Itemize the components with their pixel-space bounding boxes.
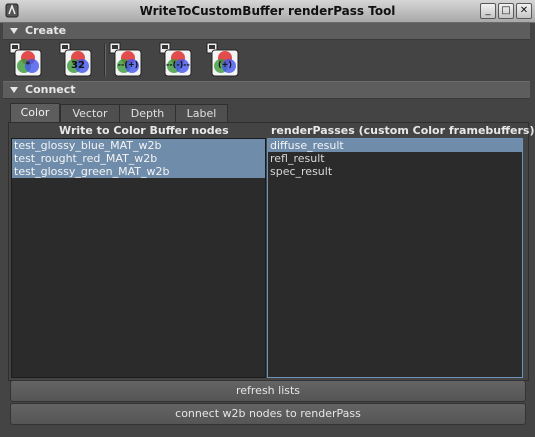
w2b-nodes-list[interactable]: test_glossy_blue_MAT_w2b test_rought_red_… (11, 138, 266, 378)
toolbar-button-label: 32 (71, 60, 85, 71)
refresh-lists-button[interactable]: refresh lists (10, 380, 526, 402)
connect-frame-label: Connect (25, 83, 76, 96)
toolbar-button-label: (+) (218, 60, 232, 69)
add-alt-node-button[interactable]: (+) (206, 42, 240, 78)
create-frame-label: Create (25, 24, 67, 37)
render-pass-list-item[interactable]: spec_result (268, 165, 522, 178)
rgb-add-alt-icon: (+) (206, 42, 239, 77)
left-list-header: Write to Color Buffer nodes (59, 124, 229, 137)
tab-color[interactable]: Color (10, 103, 60, 123)
minimize-button[interactable]: _ (480, 3, 496, 19)
w2b-node-list-item[interactable]: test_glossy_blue_MAT_w2b (12, 139, 265, 152)
add-node-button[interactable]: --(+) (109, 42, 143, 78)
create-toolbar: * 32 --(+) --(-)-- (+) (3, 40, 530, 80)
rgb-subtract-icon: --(-)-- (159, 42, 192, 77)
rgb-write-32bit-icon: 32 (59, 42, 92, 77)
collapse-triangle-icon (10, 87, 18, 93)
tab-label[interactable]: Label (175, 104, 228, 122)
tab-depth[interactable]: Depth (119, 104, 176, 122)
toolbar-button-label: --(+) (118, 60, 139, 69)
maximize-button[interactable]: □ (498, 3, 514, 19)
toolbar-separator (104, 44, 106, 76)
rgb-add-icon: --(+) (109, 42, 142, 77)
write-32bit-node-button[interactable]: 32 (59, 42, 93, 78)
render-pass-list-item[interactable]: diffuse_result (268, 139, 522, 152)
toolbar-button-label: --(-)-- (166, 60, 190, 69)
connect-button[interactable]: connect w2b nodes to renderPass (10, 403, 526, 425)
w2b-node-list-item[interactable]: test_rought_red_MAT_w2b (12, 152, 265, 165)
right-list-header: renderPasses (custom Color framebuffers) (271, 124, 535, 137)
write-color-node-button[interactable]: * (9, 42, 43, 78)
create-frame-header[interactable]: Create (3, 22, 530, 40)
w2b-node-list-item[interactable]: test_glossy_green_MAT_w2b (12, 165, 265, 178)
close-button[interactable]: ✕ (516, 3, 532, 19)
window-title: WriteToCustomBuffer renderPass Tool (139, 4, 396, 18)
rgb-write-color-icon: * (9, 42, 42, 77)
render-passes-list[interactable]: diffuse_result refl_result spec_result (267, 138, 523, 378)
connect-frame-header[interactable]: Connect (3, 81, 530, 99)
tab-vector[interactable]: Vector (60, 104, 120, 122)
title-bar[interactable]: WriteToCustomBuffer renderPass Tool _ □ … (0, 0, 535, 23)
collapse-triangle-icon (10, 28, 18, 34)
render-pass-list-item[interactable]: refl_result (268, 152, 522, 165)
subtract-node-button[interactable]: --(-)-- (159, 42, 193, 78)
